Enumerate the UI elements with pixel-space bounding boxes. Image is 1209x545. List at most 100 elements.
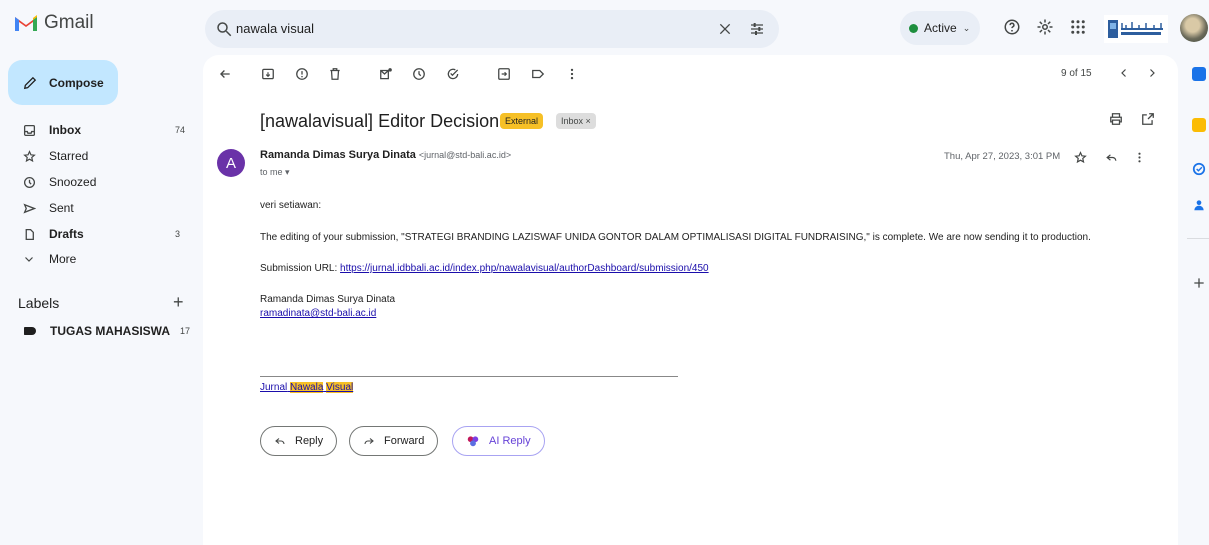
sender-name[interactable]: Ramanda Dimas Surya Dinata xyxy=(260,149,416,161)
sender-email: <jurnal@std-bali.ac.id> xyxy=(418,150,512,160)
status-selector[interactable]: Active ⌄ xyxy=(900,11,980,45)
print-icon[interactable] xyxy=(1109,112,1123,126)
draft-icon xyxy=(22,227,36,241)
open-new-window-icon[interactable] xyxy=(1141,112,1155,126)
sidebar-item-snoozed[interactable]: Snoozed xyxy=(0,169,200,195)
sidebar-item-label: More xyxy=(49,252,77,266)
app-name: Gmail xyxy=(44,12,94,33)
sidebar-item-sent[interactable]: Sent xyxy=(0,195,200,221)
email-subject: [nawalavisual] Editor Decision xyxy=(260,111,500,131)
inbox-icon xyxy=(22,123,36,137)
labels-heading: Labels xyxy=(18,295,60,311)
gmail-logo[interactable]: Gmail xyxy=(14,12,94,34)
highlighted-term: Nawala xyxy=(290,382,324,393)
email-paragraph: The editing of your submission, "STRATEG… xyxy=(260,232,1091,243)
ai-reply-button[interactable]: AI Reply xyxy=(452,426,545,456)
search-input[interactable]: nawala visual xyxy=(236,21,314,36)
compose-button[interactable]: Compose xyxy=(8,60,118,105)
journal-prefix: Jurnal xyxy=(260,382,288,393)
sidebar-item-label: Drafts xyxy=(49,227,84,241)
chevron-down-icon: ⌄ xyxy=(962,22,971,33)
back-arrow-icon[interactable] xyxy=(218,67,232,81)
account-switcher[interactable] xyxy=(1104,12,1171,46)
sidebar-item-inbox[interactable]: Inbox 74 xyxy=(0,117,200,143)
clock-icon xyxy=(22,175,36,189)
status-dot xyxy=(909,23,918,33)
message-pane: 9 of 15 [nawalavisual] Editor Decision E… xyxy=(203,55,1178,545)
submission-url-link[interactable]: https://jurnal.idbbali.ac.id/index.php/n… xyxy=(340,263,709,274)
reply-icon xyxy=(275,438,285,445)
external-badge: External xyxy=(500,113,544,129)
search-bar[interactable]: nawala visual xyxy=(205,10,779,48)
chevron-left-icon[interactable] xyxy=(1118,67,1130,79)
reply-icon[interactable] xyxy=(1105,151,1118,164)
email-greeting: veri setiawan: xyxy=(260,200,322,211)
organization-logo xyxy=(1104,15,1168,43)
journal-link[interactable]: Jurnal Nawala Visual xyxy=(260,382,354,393)
chevron-right-icon[interactable] xyxy=(1146,67,1158,79)
add-addon-icon[interactable] xyxy=(1192,276,1206,290)
gmail-m-icon xyxy=(15,15,37,31)
more-vert-icon[interactable] xyxy=(1133,151,1146,164)
chevron-down-icon xyxy=(22,252,36,266)
email-date: Thu, Apr 27, 2023, 3:01 PM xyxy=(944,151,1061,162)
sidebar-item-label: Snoozed xyxy=(49,175,97,189)
add-label-button[interactable]: + xyxy=(173,292,184,313)
help-icon[interactable] xyxy=(1003,18,1021,36)
reply-button[interactable]: Reply xyxy=(260,426,338,456)
keep-icon[interactable] xyxy=(1192,118,1206,132)
avatar[interactable] xyxy=(1180,14,1208,42)
label-item[interactable]: TUGAS MAHASISWA 17 xyxy=(24,324,190,338)
label-count: 17 xyxy=(180,326,191,336)
signature-email-link[interactable]: ramadinata@std-bali.ac.id xyxy=(260,308,376,319)
compose-label: Compose xyxy=(49,75,104,90)
label-icon[interactable] xyxy=(531,67,545,81)
unread-count: 74 xyxy=(175,125,186,135)
apps-grid-icon[interactable] xyxy=(1069,18,1087,36)
submission-line: Submission URL: https://jurnal.idbbali.a… xyxy=(260,263,709,274)
ai-sparkle-icon xyxy=(467,436,479,447)
close-icon[interactable] xyxy=(717,21,733,37)
star-icon xyxy=(22,149,36,163)
sidebar-item-drafts[interactable]: Drafts 3 xyxy=(0,221,200,247)
ai-reply-label: AI Reply xyxy=(489,435,531,447)
submission-label: Submission URL: xyxy=(260,263,338,274)
pagination-label: 9 of 15 xyxy=(1061,68,1092,79)
draft-count: 3 xyxy=(175,229,181,239)
signature-name: Ramanda Dimas Surya Dinata xyxy=(260,294,396,305)
sidebar-item-more[interactable]: More xyxy=(0,246,200,272)
highlighted-term: Visual xyxy=(326,382,354,393)
forward-button[interactable]: Forward xyxy=(349,426,439,456)
gear-icon[interactable] xyxy=(1036,18,1054,36)
delete-icon[interactable] xyxy=(328,67,342,81)
status-label: Active xyxy=(924,21,957,35)
search-icon[interactable] xyxy=(215,20,233,38)
mark-unread-icon[interactable] xyxy=(379,67,393,81)
archive-icon[interactable] xyxy=(261,67,275,81)
forward-label: Forward xyxy=(384,435,425,447)
star-icon[interactable] xyxy=(1074,151,1087,164)
sidebar-item-label: Starred xyxy=(49,149,89,163)
sidebar-item-label: Sent xyxy=(49,201,74,215)
inbox-label-chip[interactable]: Inbox × xyxy=(556,113,596,129)
more-vert-icon[interactable] xyxy=(565,67,579,81)
search-options-icon[interactable] xyxy=(749,21,765,37)
send-icon xyxy=(22,201,36,215)
add-task-icon[interactable] xyxy=(446,67,460,81)
forward-icon xyxy=(364,438,374,445)
contacts-icon[interactable] xyxy=(1192,198,1206,212)
pencil-icon xyxy=(23,76,37,89)
move-to-icon[interactable] xyxy=(497,67,511,81)
snooze-icon[interactable] xyxy=(412,67,426,81)
label-name: TUGAS MAHASISWA xyxy=(50,324,170,338)
sidebar-item-starred[interactable]: Starred xyxy=(0,143,200,169)
reply-label: Reply xyxy=(295,435,324,447)
report-spam-icon[interactable] xyxy=(295,67,309,81)
label-icon xyxy=(24,327,36,335)
tasks-icon[interactable] xyxy=(1192,162,1206,176)
signature-divider xyxy=(260,376,678,377)
side-panel-divider xyxy=(1187,238,1209,239)
sender-avatar[interactable]: A xyxy=(217,149,245,177)
recipient-details-toggle[interactable]: to me ▾ xyxy=(260,167,290,178)
calendar-icon[interactable] xyxy=(1192,67,1206,81)
